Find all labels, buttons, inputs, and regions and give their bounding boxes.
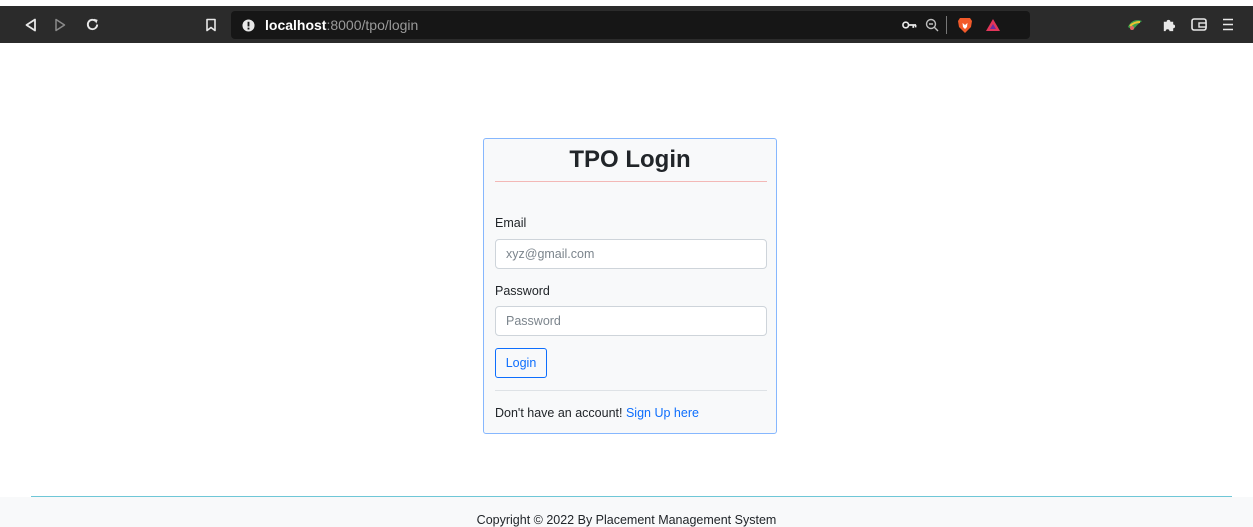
back-icon[interactable]	[18, 6, 44, 43]
reload-icon[interactable]	[79, 6, 105, 43]
password-field[interactable]	[495, 306, 767, 336]
signup-row: Don't have an account! Sign Up here	[495, 406, 699, 420]
card-divider	[495, 390, 767, 391]
login-card: TPO Login Email Password Login Don't hav…	[483, 138, 777, 434]
email-field[interactable]	[495, 239, 767, 269]
address-bar-divider	[946, 16, 947, 34]
zoom-out-icon[interactable]	[921, 11, 943, 39]
copyright-text: Copyright © 2022 By Placement Management…	[476, 513, 777, 527]
page-title: TPO Login	[569, 146, 691, 173]
key-icon[interactable]	[898, 11, 920, 39]
extension-colorful-icon[interactable]	[1122, 6, 1148, 43]
login-button[interactable]: Login	[495, 348, 547, 378]
title-divider	[495, 181, 767, 182]
rewards-triangle-icon[interactable]	[981, 11, 1005, 39]
password-label: Password	[495, 284, 550, 298]
brave-lion-icon[interactable]	[953, 11, 977, 39]
footer: Copyright © 2022 By Placement Management…	[0, 497, 1253, 527]
wallet-icon[interactable]	[1186, 6, 1212, 43]
signup-link[interactable]: Sign Up here	[626, 406, 699, 420]
email-label: Email	[495, 216, 527, 230]
url-host: localhost	[265, 17, 327, 33]
bookmark-icon[interactable]	[198, 6, 224, 43]
info-icon[interactable]	[237, 11, 259, 39]
forward-icon[interactable]	[47, 6, 73, 43]
hamburger-menu-icon[interactable]	[1215, 6, 1241, 43]
browser-toolbar: localhost:8000/tpo/login	[0, 6, 1253, 43]
url-text[interactable]: localhost:8000/tpo/login	[265, 11, 418, 39]
signup-prompt: Don't have an account!	[495, 406, 623, 420]
url-path: :8000/tpo/login	[326, 17, 419, 33]
puzzle-icon[interactable]	[1155, 6, 1181, 43]
address-bar[interactable]: localhost:8000/tpo/login	[231, 11, 1030, 39]
